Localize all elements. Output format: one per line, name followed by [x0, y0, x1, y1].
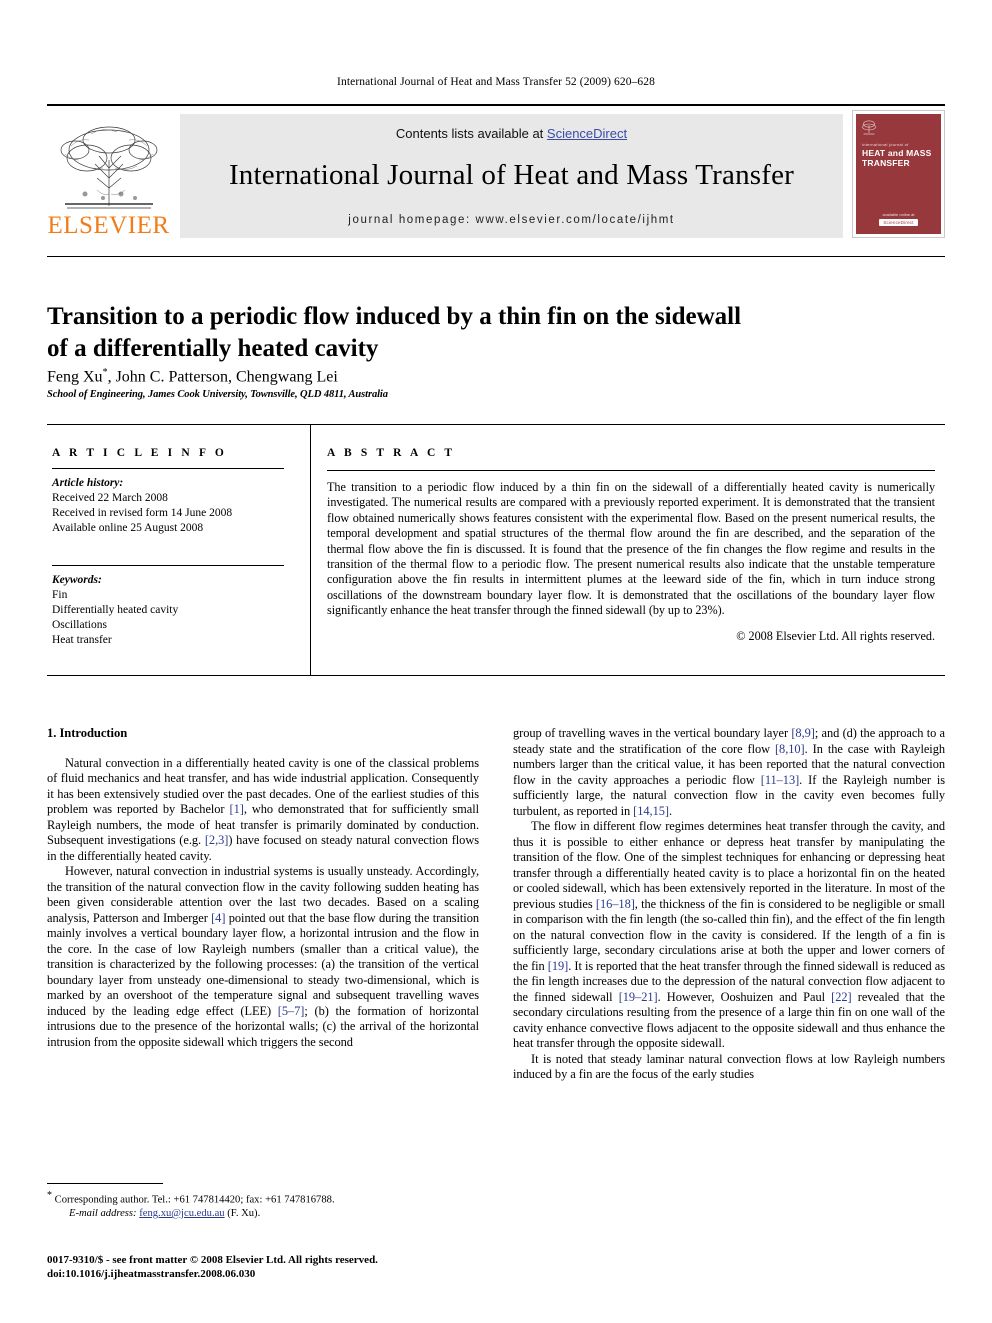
paragraph: The flow in different flow regimes deter…: [513, 819, 945, 1052]
footnote-text: Corresponding author. Tel.: +61 74781442…: [52, 1194, 335, 1206]
journal-homepage-line[interactable]: journal homepage: www.elsevier.com/locat…: [348, 214, 674, 226]
abstract-column: A B S T R A C T The transition to a peri…: [327, 447, 935, 644]
paragraph: However, natural convection in industria…: [47, 864, 479, 1050]
paragraph-text: .: [668, 803, 673, 818]
citation-ref[interactable]: [19]: [548, 959, 569, 973]
article-history-revised: Received in revised form 14 June 2008: [52, 507, 233, 519]
author-rest: , John C. Patterson, Chengwang Lei: [107, 368, 338, 386]
email-suffix: (F. Xu).: [224, 1208, 261, 1220]
body-column-right: group of travelling waves in the vertica…: [513, 726, 945, 1083]
email-link[interactable]: feng.xu@jcu.edu.au: [139, 1208, 224, 1219]
citation-ref[interactable]: [2,3]: [205, 833, 229, 847]
article-info-rule: [52, 468, 284, 469]
email-note: E-mail address: feng.xu@jcu.edu.au (F. X…: [47, 1207, 479, 1221]
citation-ref[interactable]: [4]: [211, 911, 225, 925]
issn-copyright-line: 0017-9310/$ - see front matter © 2008 El…: [47, 1254, 378, 1266]
infobox-vertical-divider: [310, 424, 311, 675]
keyword-item: Heat transfer: [52, 634, 112, 646]
article-title-line-1: Transition to a periodic flow induced by…: [47, 302, 742, 330]
cover-footer-top: available online at: [882, 212, 915, 217]
contents-available-line: Contents lists available at ScienceDirec…: [396, 126, 627, 141]
citation-ref[interactable]: [5–7]: [278, 1004, 305, 1018]
journal-masthead: ELSEVIER Contents lists available at Sci…: [47, 104, 945, 238]
footnote-divider: [47, 1183, 163, 1184]
paragraph-text: pointed out that the base flow during th…: [47, 910, 479, 1018]
infobox-bottom-divider: [47, 675, 945, 676]
elsevier-logo: ELSEVIER: [47, 112, 170, 238]
journal-cover-art: international journal of HEAT and MASS T…: [856, 114, 941, 234]
page-title: Transition to a periodic flow induced by…: [47, 301, 807, 365]
email-label: E-mail address:: [69, 1208, 137, 1220]
doi-line: doi:10.1016/j.ijheatmasstransfer.2008.06…: [47, 1268, 256, 1280]
author-first: Feng Xu: [47, 368, 103, 386]
citation-ref[interactable]: [8,10]: [775, 742, 805, 756]
article-history-label: Article history:: [52, 477, 124, 489]
abstract-rule: [327, 470, 935, 471]
journal-cover-thumbnail[interactable]: international journal of HEAT and MASS T…: [852, 110, 945, 238]
cover-title: HEAT and MASS TRANSFER: [862, 148, 932, 168]
citation-ref[interactable]: [16–18]: [596, 897, 635, 911]
infobox-top-divider: [47, 424, 945, 425]
sciencedirect-link[interactable]: ScienceDirect: [547, 126, 627, 141]
keyword-item: Differentially heated cavity: [52, 604, 179, 616]
page-footer: 0017-9310/$ - see front matter © 2008 El…: [47, 1253, 547, 1281]
article-history-received: Received 22 March 2008: [52, 492, 168, 504]
cover-kicker: international journal of: [862, 142, 909, 147]
running-head: International Journal of Heat and Mass T…: [337, 76, 655, 88]
citation-ref[interactable]: [22]: [831, 990, 852, 1004]
citation-ref[interactable]: [19–21]: [619, 990, 658, 1004]
citation-ref[interactable]: [1]: [230, 802, 244, 816]
cover-elsevier-tree-icon: [862, 119, 876, 135]
contents-prefix-text: Contents lists available at: [395, 126, 547, 141]
paragraph: group of travelling waves in the vertica…: [513, 726, 945, 819]
elsevier-wordmark: ELSEVIER: [47, 212, 170, 239]
keywords-rule: [52, 565, 284, 566]
citation-ref[interactable]: [14,15]: [633, 804, 669, 818]
article-info-column: A R T I C L E I N F O Article history: R…: [52, 447, 302, 648]
cover-sciencedirect-badge: ScienceDirect: [879, 219, 918, 226]
corresponding-author-note: * Corresponding author. Tel.: +61 747814…: [47, 1189, 479, 1207]
footnote-block: * Corresponding author. Tel.: +61 747814…: [47, 1183, 479, 1221]
abstract-text: The transition to a periodic flow induce…: [327, 480, 935, 618]
section-heading-introduction: 1. Introduction: [47, 726, 128, 740]
citation-ref[interactable]: [11–13]: [761, 773, 799, 787]
paragraph-text: group of travelling waves in the vertica…: [513, 726, 792, 740]
keyword-item: Oscillations: [52, 619, 107, 631]
article-title-line-2: of a differentially heated cavity: [47, 334, 379, 362]
title-divider: [47, 256, 945, 257]
citation-ref[interactable]: [8,9]: [791, 726, 815, 740]
affiliation: School of Engineering, James Cook Univer…: [47, 389, 388, 400]
elsevier-tree-icon: [51, 120, 167, 212]
paragraph: Natural convection in a differentially h…: [47, 756, 479, 865]
article-info-heading: A R T I C L E I N F O: [52, 447, 227, 459]
journal-title: International Journal of Heat and Mass T…: [228, 159, 795, 191]
keywords-label: Keywords:: [52, 574, 102, 586]
abstract-heading: A B S T R A C T: [327, 447, 456, 459]
paper-page: International Journal of Heat and Mass T…: [0, 0, 992, 1323]
author-list: Feng Xu*, John C. Patterson, Chengwang L…: [47, 363, 338, 387]
abstract-copyright: © 2008 Elsevier Ltd. All rights reserved…: [736, 628, 935, 643]
body-column-left: 1. Introduction Natural convection in a …: [47, 726, 479, 1050]
article-info-spacer: [52, 536, 302, 556]
keyword-item: Fin: [52, 589, 68, 601]
paragraph-text: . However, Ooshuizen and Paul: [657, 989, 832, 1004]
article-history-online: Available online 25 August 2008: [52, 522, 204, 534]
paragraph: It is noted that steady laminar natural …: [513, 1051, 945, 1082]
cover-footer: available online at ScienceDirect: [856, 212, 941, 226]
journal-band: Contents lists available at ScienceDirec…: [180, 114, 843, 238]
